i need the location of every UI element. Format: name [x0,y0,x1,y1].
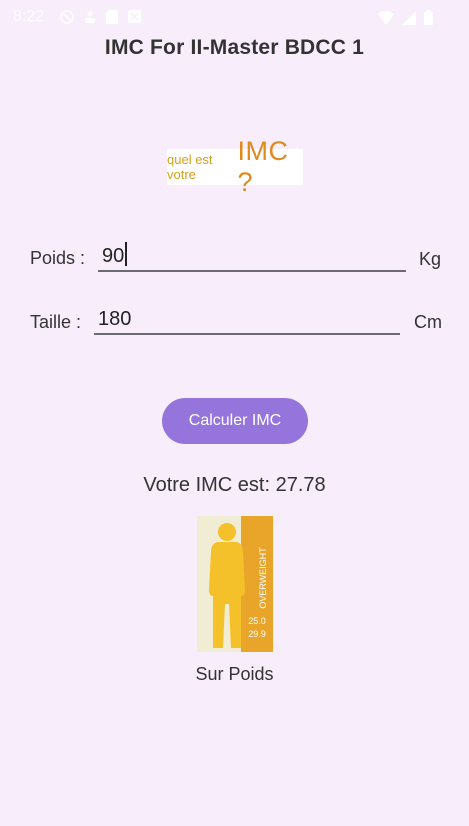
height-value: 180 [98,308,132,330]
calculate-button-label: Calculer IMC [188,412,282,429]
notification-icon [85,11,95,23]
weight-unit: Kg [419,249,442,269]
height-unit: Cm [414,312,442,332]
sd-card-icon [106,10,118,24]
bmi-range-high: 29.9 [248,629,266,639]
height-label: Taille : [30,312,82,332]
bmi-category-label: Sur Poids [195,664,274,684]
app-title: IMC For II-Master BDCC 1 [104,36,365,59]
calculate-button[interactable]: Calculer IMC [162,398,308,444]
bmi-category-text: OVERWEIGHT [258,547,268,609]
dnd-icon [60,10,74,24]
wifi-icon [378,10,394,25]
status-bar: 8:22 [0,0,469,36]
bmi-category-image: OVERWEIGHT 25.0 29.9 [197,516,273,652]
signal-icon [402,10,416,25]
logo-big-text: IMC ? [237,136,289,197]
text-caret [125,242,128,266]
weight-label: Poids : [30,248,86,268]
status-time: 8:22 [13,8,45,25]
imc-logo: quel est votre IMC ? [167,136,303,197]
weight-value: 90 [102,242,128,268]
height-input[interactable]: 180 [94,306,400,335]
app-notification-icon [128,10,141,23]
logo-small-text: quel est votre [167,152,213,182]
battery-icon [424,10,433,25]
notification-icons [60,10,141,24]
weight-input[interactable]: 90 [98,242,406,272]
bmi-result-text: Votre IMC est: 27.78 [143,474,326,496]
system-icons [378,10,433,25]
bmi-range-low: 25.0 [248,616,266,626]
